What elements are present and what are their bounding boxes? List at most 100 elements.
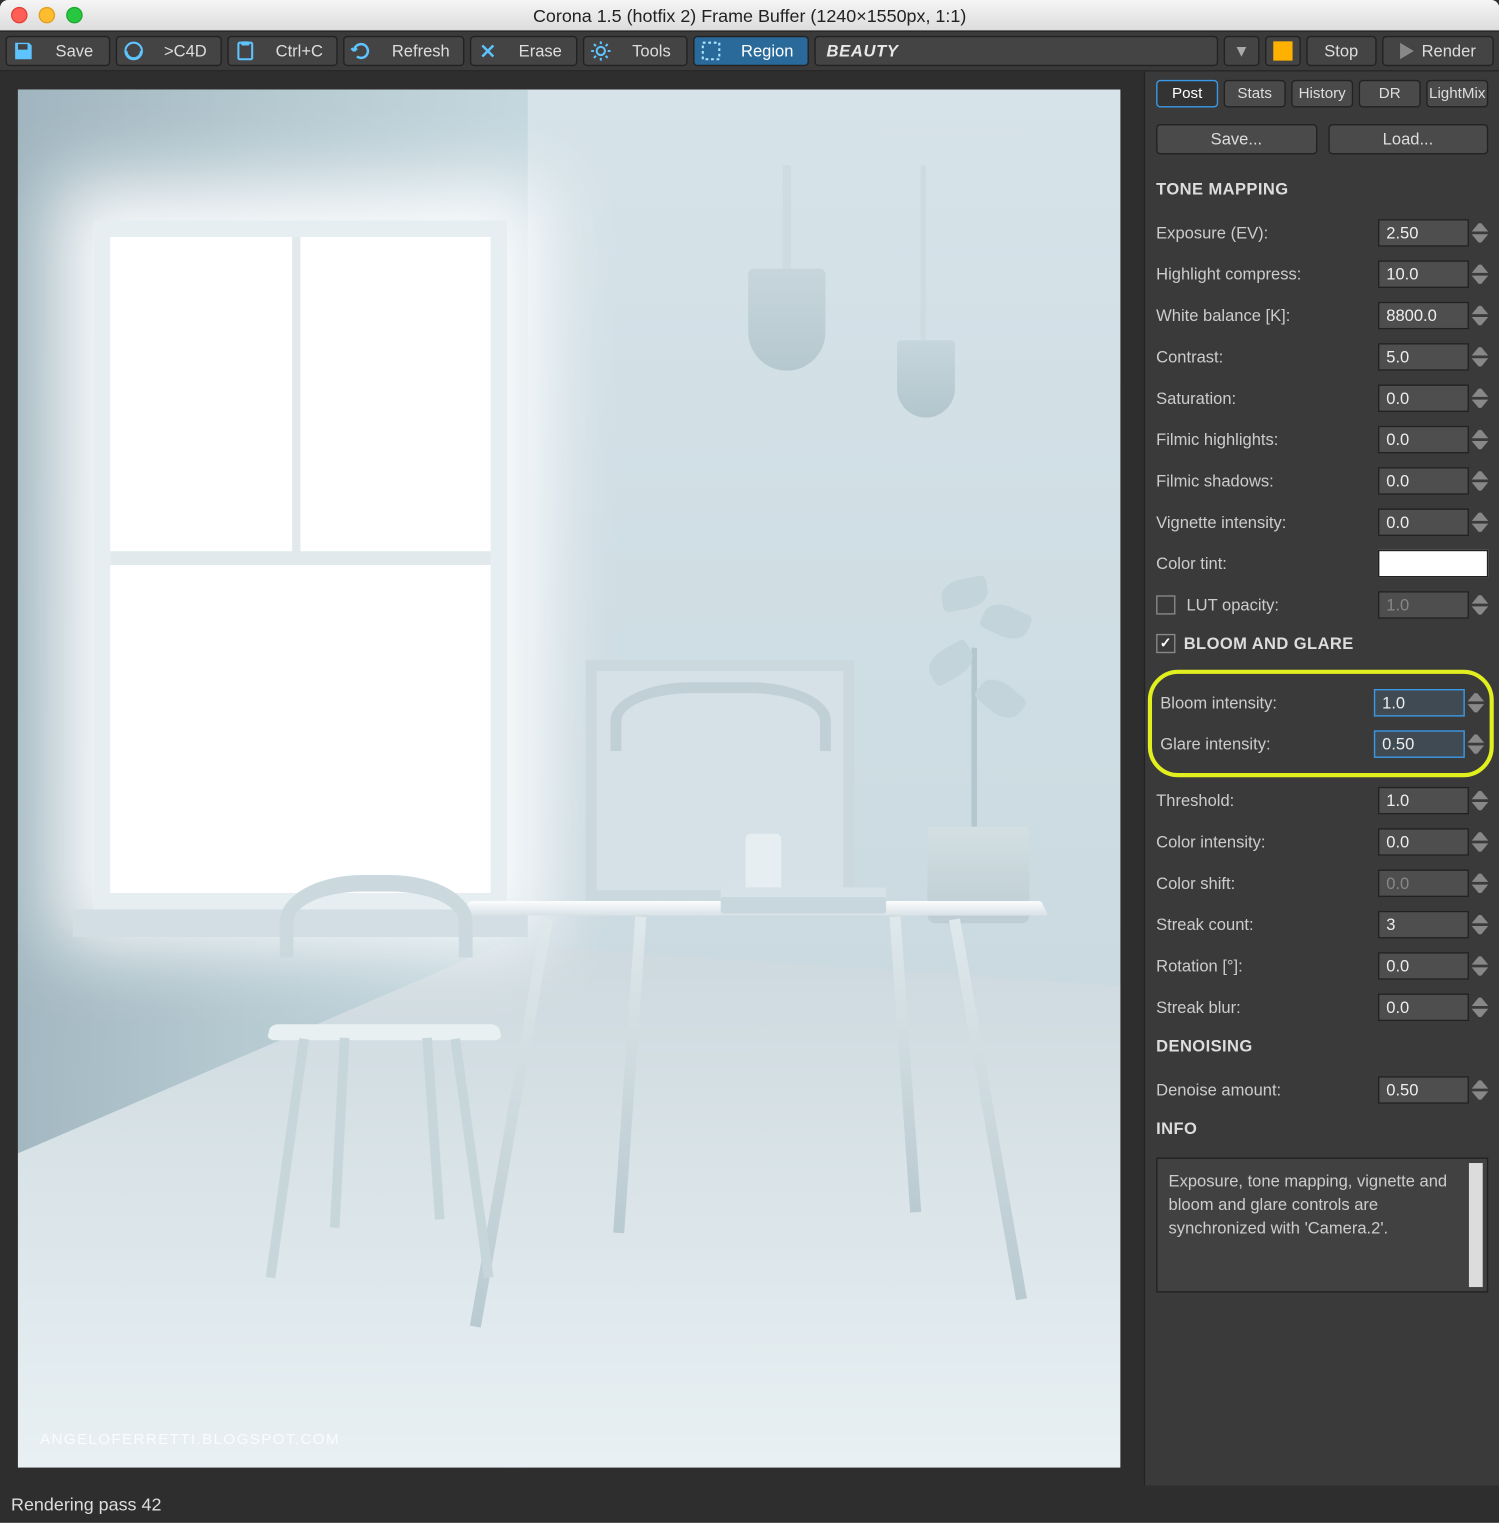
render-viewport[interactable]: ANGELOFERRETTI.BLOGSPOT.COM <box>0 72 1144 1486</box>
render-image: ANGELOFERRETTI.BLOGSPOT.COM <box>18 90 1120 1468</box>
section-denoising: DENOISING <box>1156 1028 1488 1069</box>
render-button[interactable]: Render <box>1382 36 1494 66</box>
glare-intensity-spinner[interactable] <box>1468 730 1485 758</box>
vignette-label: Vignette intensity: <box>1156 513 1378 532</box>
vignette-input[interactable] <box>1378 508 1469 536</box>
region-button[interactable]: Region <box>693 36 809 66</box>
tab-dr[interactable]: DR <box>1359 80 1421 108</box>
post-load-button[interactable]: Load... <box>1328 124 1489 154</box>
tools-button[interactable]: Tools <box>583 36 688 66</box>
denoise-spinner[interactable] <box>1472 1076 1489 1104</box>
filmic-highlights-label: Filmic highlights: <box>1156 430 1378 449</box>
lut-input[interactable] <box>1378 591 1469 619</box>
gear-icon <box>584 37 617 65</box>
streak-blur-label: Streak blur: <box>1156 998 1378 1017</box>
tab-lightmix[interactable]: LightMix <box>1426 80 1488 108</box>
streak-count-input[interactable] <box>1378 911 1469 939</box>
color-intensity-input[interactable] <box>1378 828 1469 856</box>
refresh-button[interactable]: Refresh <box>344 36 465 66</box>
bloom-intensity-label: Bloom intensity: <box>1160 693 1374 712</box>
c4d-icon <box>117 37 150 65</box>
section-info: INFO <box>1156 1111 1488 1152</box>
contrast-input[interactable] <box>1378 343 1469 371</box>
filmic-highlights-input[interactable] <box>1378 426 1469 454</box>
save-button[interactable]: Save <box>6 36 111 66</box>
erase-icon <box>472 37 505 65</box>
glare-intensity-input[interactable] <box>1374 730 1465 758</box>
status-bar: Rendering pass 42 <box>0 1485 1499 1522</box>
denoise-label: Denoise amount: <box>1156 1080 1378 1099</box>
save-label: Save <box>40 41 109 60</box>
pass-selector[interactable]: BEAUTY <box>814 36 1218 66</box>
streak-blur-input[interactable] <box>1378 994 1469 1022</box>
threshold-input[interactable] <box>1378 787 1469 815</box>
vignette-spinner[interactable] <box>1472 508 1489 536</box>
threshold-spinner[interactable] <box>1472 787 1489 815</box>
lut-spinner[interactable] <box>1472 591 1489 619</box>
bloom-section-label: BLOOM AND GLARE <box>1184 634 1354 653</box>
tools-label: Tools <box>617 41 686 60</box>
section-bloom-glare: ✓ BLOOM AND GLARE <box>1156 626 1488 667</box>
filmic-highlights-spinner[interactable] <box>1472 426 1489 454</box>
streak-count-label: Streak count: <box>1156 915 1378 934</box>
highlight-annotation: Bloom intensity: Glare intensity: <box>1148 670 1494 777</box>
region-icon <box>694 37 727 65</box>
color-intensity-spinner[interactable] <box>1472 828 1489 856</box>
exposure-spinner[interactable] <box>1472 219 1489 247</box>
whitebalance-spinner[interactable] <box>1472 302 1489 330</box>
streak-count-spinner[interactable] <box>1472 911 1489 939</box>
filmic-shadows-input[interactable] <box>1378 467 1469 495</box>
streak-blur-spinner[interactable] <box>1472 994 1489 1022</box>
bloom-intensity-spinner[interactable] <box>1468 689 1485 717</box>
window-title: Corona 1.5 (hotfix 2) Frame Buffer (1240… <box>0 5 1499 26</box>
frame-buffer-window: Corona 1.5 (hotfix 2) Frame Buffer (1240… <box>0 0 1499 1523</box>
titlebar: Corona 1.5 (hotfix 2) Frame Buffer (1240… <box>0 0 1499 30</box>
clipboard-icon <box>229 37 262 65</box>
contrast-label: Contrast: <box>1156 347 1378 366</box>
saturation-input[interactable] <box>1378 384 1469 412</box>
post-save-button[interactable]: Save... <box>1156 124 1317 154</box>
side-panel: Post Stats History DR LightMix Save... L… <box>1144 72 1499 1486</box>
whitebalance-input[interactable] <box>1378 302 1469 330</box>
copy-button[interactable]: Ctrl+C <box>227 36 338 66</box>
play-icon <box>1400 43 1414 60</box>
filmic-shadows-label: Filmic shadows: <box>1156 471 1378 490</box>
tab-stats[interactable]: Stats <box>1224 80 1286 108</box>
color-tint-label: Color tint: <box>1156 554 1378 573</box>
toolbar: Save >C4D Ctrl+C Refresh Erase Tools Reg… <box>0 30 1499 71</box>
copy-label: Ctrl+C <box>262 41 337 60</box>
glare-intensity-label: Glare intensity: <box>1160 734 1374 753</box>
tab-history[interactable]: History <box>1291 80 1353 108</box>
whitebalance-label: White balance [K]: <box>1156 306 1378 325</box>
saturation-label: Saturation: <box>1156 389 1378 408</box>
rotation-spinner[interactable] <box>1472 952 1489 980</box>
rotation-label: Rotation [°]: <box>1156 956 1378 975</box>
refresh-icon <box>345 37 378 65</box>
watermark: ANGELOFERRETTI.BLOGSPOT.COM <box>40 1432 340 1449</box>
region-label: Region <box>727 41 807 60</box>
bloom-intensity-input[interactable] <box>1374 689 1465 717</box>
stop-square-icon <box>1273 41 1292 60</box>
c4d-label: >C4D <box>150 41 220 60</box>
contrast-spinner[interactable] <box>1472 343 1489 371</box>
stop-button[interactable]: Stop <box>1306 36 1376 66</box>
lut-checkbox[interactable] <box>1156 595 1175 614</box>
pass-dropdown-icon[interactable]: ▼ <box>1224 36 1260 66</box>
section-tone-mapping: TONE MAPPING <box>1156 171 1488 212</box>
highlight-spinner[interactable] <box>1472 260 1489 288</box>
erase-button[interactable]: Erase <box>470 36 577 66</box>
color-tint-swatch[interactable] <box>1378 550 1488 578</box>
render-label: Render <box>1422 41 1476 60</box>
tab-post[interactable]: Post <box>1156 80 1218 108</box>
color-shift-label: Color shift: <box>1156 874 1378 893</box>
to-c4d-button[interactable]: >C4D <box>116 36 222 66</box>
highlight-input[interactable] <box>1378 260 1469 288</box>
rotation-input[interactable] <box>1378 952 1469 980</box>
exposure-input[interactable] <box>1378 219 1469 247</box>
filmic-shadows-spinner[interactable] <box>1472 467 1489 495</box>
color-shift-spinner <box>1472 870 1489 898</box>
stop-indicator[interactable] <box>1265 36 1301 66</box>
saturation-spinner[interactable] <box>1472 384 1489 412</box>
denoise-input[interactable] <box>1378 1076 1469 1104</box>
bloom-checkbox[interactable]: ✓ <box>1156 634 1175 653</box>
